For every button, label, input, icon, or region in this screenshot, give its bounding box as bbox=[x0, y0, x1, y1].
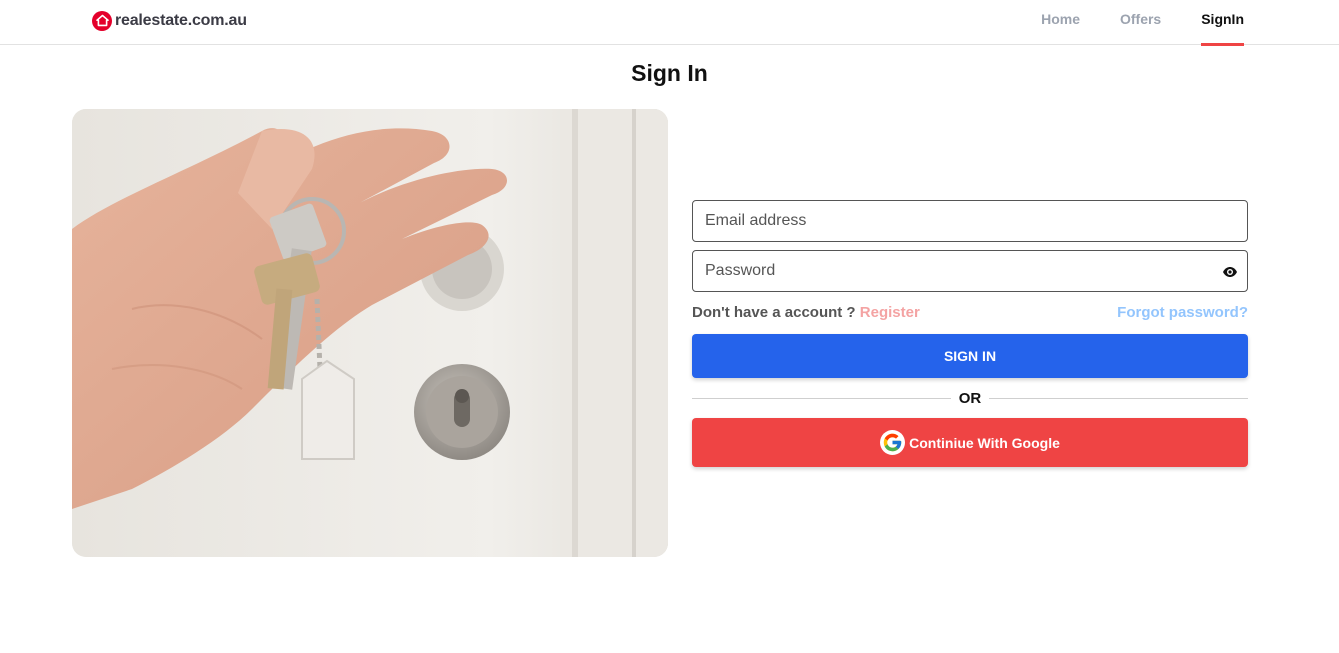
nav-home[interactable]: Home bbox=[1041, 0, 1080, 45]
google-signin-button[interactable]: Continiue With Google bbox=[692, 418, 1248, 467]
google-icon bbox=[880, 430, 906, 455]
register-link[interactable]: Register bbox=[860, 304, 920, 321]
google-button-label: Continiue With Google bbox=[909, 434, 1060, 451]
brand-name: realestate.com.au bbox=[115, 11, 247, 29]
top-navbar: realestate.com.au Home Offers SignIn bbox=[0, 0, 1339, 46]
signin-button[interactable]: SIGN IN bbox=[692, 334, 1248, 378]
nav-signin[interactable]: SignIn bbox=[1201, 0, 1244, 46]
brand-logo[interactable]: realestate.com.au bbox=[92, 10, 247, 31]
or-divider: OR bbox=[692, 388, 1248, 408]
house-icon bbox=[92, 10, 112, 31]
main-nav: Home Offers SignIn bbox=[1001, 0, 1244, 46]
email-input[interactable] bbox=[693, 201, 1247, 241]
divider-line-right bbox=[989, 397, 1248, 399]
register-prompt: Don't have a account ? Register bbox=[692, 304, 920, 322]
nav-offers[interactable]: Offers bbox=[1120, 0, 1161, 45]
divider-line-left bbox=[692, 397, 951, 399]
account-links: Don't have a account ? Register Forgot p… bbox=[692, 304, 1248, 322]
email-field-wrapper bbox=[692, 200, 1248, 242]
divider-text: OR bbox=[958, 389, 982, 407]
eye-icon[interactable] bbox=[1222, 264, 1238, 280]
hero-photo-hand-with-keys bbox=[72, 109, 668, 557]
forgot-password-link[interactable]: Forgot password? bbox=[1117, 304, 1248, 322]
no-account-text: Don't have a account ? bbox=[692, 304, 856, 321]
page-title: Sign In bbox=[631, 60, 708, 86]
signin-form: Don't have a account ? Register Forgot p… bbox=[692, 200, 1248, 467]
password-input[interactable] bbox=[693, 251, 1247, 291]
password-field-wrapper bbox=[692, 250, 1248, 292]
